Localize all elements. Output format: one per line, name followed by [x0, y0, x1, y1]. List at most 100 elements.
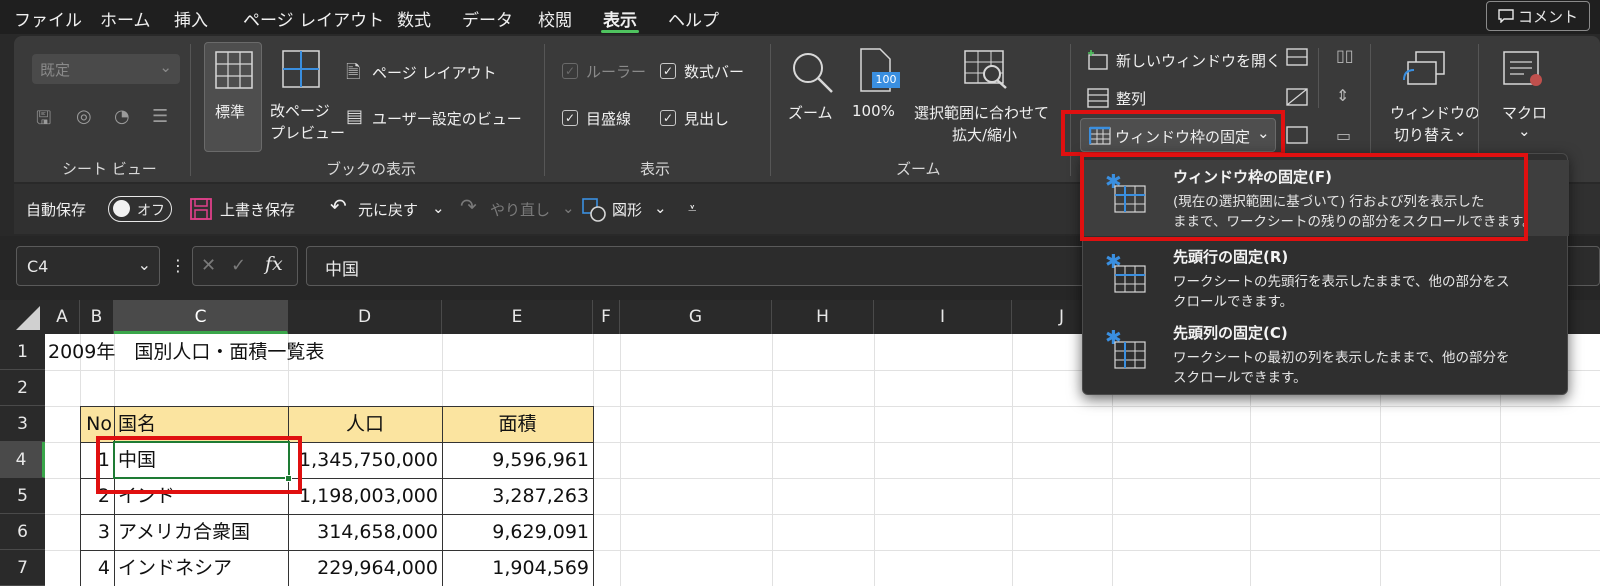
chevron-down-icon: ⌄	[1454, 122, 1467, 140]
cell-country[interactable]: インドネシア	[118, 550, 286, 586]
shapes-button[interactable]: 図形	[612, 199, 642, 220]
page-break-preview-button[interactable]: 改ページ プレビュー	[266, 42, 345, 152]
unhide-icon	[1286, 126, 1308, 144]
name-box[interactable]: C4 ⌄	[16, 246, 160, 286]
formula-bar-checkbox[interactable]: ✓	[660, 63, 676, 79]
row-header-6[interactable]: 6	[0, 514, 45, 550]
cell-population[interactable]: 314,658,000	[288, 514, 442, 550]
tab-file[interactable]: ファイル	[14, 6, 82, 31]
chevron-down-icon[interactable]: ⌄	[432, 199, 445, 217]
sheet-view-combo[interactable]: 既定 ⌄	[32, 54, 180, 84]
column-header-g[interactable]: G	[620, 300, 772, 334]
cell-area[interactable]: 9,596,961	[442, 442, 593, 478]
redo-button[interactable]: やり直し	[490, 199, 550, 220]
chevron-down-icon[interactable]: ⌄	[562, 199, 575, 217]
tab-help[interactable]: ヘルプ	[668, 6, 719, 31]
custom-views-button[interactable]: ユーザー設定のビュー	[372, 108, 522, 129]
cell-population[interactable]: 229,964,000	[288, 550, 442, 586]
grid-icon	[215, 51, 253, 89]
group-separator	[544, 44, 545, 176]
autosave-label: 自動保存	[26, 201, 87, 219]
row-header-5[interactable]: 5	[0, 478, 45, 514]
customize-qat-icon[interactable]: ⩡	[688, 199, 696, 217]
row-header-1[interactable]: 1	[0, 334, 45, 370]
macro-icon	[1503, 51, 1542, 86]
column-header-e[interactable]: E	[442, 300, 593, 334]
toggle-state: オフ	[137, 203, 165, 219]
chevron-down-icon[interactable]: ⌄	[654, 199, 667, 217]
cell-country[interactable]: アメリカ合衆国	[118, 514, 286, 550]
sheet-view-value: 既定	[40, 61, 71, 79]
column-header-b[interactable]: B	[80, 300, 114, 334]
headings-checkbox[interactable]: ✓	[660, 110, 676, 126]
zoom-selection-label-1: 選択範囲に合わせて	[914, 104, 1050, 122]
menu-item-description: ワークシートの先頭行を表示したままで、他の部分をス	[1173, 274, 1510, 290]
save-icon[interactable]	[190, 198, 212, 220]
cancel-icon[interactable]: ✕	[201, 255, 216, 276]
row-header-4[interactable]: 4	[0, 442, 45, 478]
comment-button[interactable]: コメント	[1486, 1, 1590, 31]
formula-value: 中国	[325, 260, 359, 280]
overwrite-save-button[interactable]: 上書き保存	[220, 199, 295, 220]
page-break-label-1: 改ページ	[270, 102, 330, 120]
page-layout-button[interactable]: ページ レイアウト	[372, 62, 496, 83]
tab-page-layout[interactable]: ページ レイアウト	[243, 6, 384, 31]
column-header-h[interactable]: H	[772, 300, 874, 334]
column-header-c[interactable]: C	[114, 300, 288, 334]
cell-area[interactable]: 9,629,091	[442, 514, 593, 550]
arrange-button[interactable]: 整列	[1116, 88, 1146, 109]
chevron-down-icon: ⌄	[159, 58, 172, 76]
header-population: 人口	[288, 406, 442, 442]
cell-area[interactable]: 3,287,263	[442, 478, 593, 514]
tab-insert[interactable]: 挿入	[174, 6, 208, 31]
new-window-button[interactable]: 新しいウィンドウを開く	[1116, 50, 1281, 71]
column-header-f[interactable]: F	[593, 300, 620, 334]
ruler-checkbox[interactable]: ✓	[562, 63, 578, 79]
row-header-7[interactable]: 7	[0, 550, 45, 586]
zoom-100-label: 100%	[852, 102, 895, 120]
switch-windows-button[interactable]: ウィンドウの 切り替え ⌄	[1378, 42, 1480, 152]
cell-population[interactable]: 1,345,750,000	[288, 442, 442, 478]
page-break-label-2: プレビュー	[270, 124, 346, 142]
more-options-icon[interactable]: ⋮	[170, 256, 186, 275]
sheet-view-group-label: シート ビュー	[62, 160, 157, 178]
zoom-selection-label-2: 拡大/縮小	[952, 126, 1018, 144]
menu-bar: ファイル ホーム 挿入 ページ レイアウト 数式 データ 校閲 表示 ヘルプ コ…	[0, 0, 1600, 34]
column-header-d[interactable]: D	[288, 300, 442, 334]
active-tab-indicator	[601, 30, 639, 33]
macro-button[interactable]: マクロ ⌄	[1488, 42, 1560, 152]
select-all-corner[interactable]	[0, 300, 45, 334]
redo-icon[interactable]: ↷	[460, 194, 477, 218]
column-header-i[interactable]: I	[874, 300, 1012, 334]
tab-data[interactable]: データ	[462, 6, 513, 31]
undo-icon[interactable]: ↶	[330, 194, 347, 218]
row-header-3[interactable]: 3	[0, 406, 45, 442]
cell-population[interactable]: 1,198,003,000	[288, 478, 442, 514]
comment-icon	[1498, 9, 1514, 23]
zoom-to-selection-button[interactable]: 選択範囲に合わせて 拡大/縮小	[912, 42, 1062, 152]
custom-view-icon: ▤	[346, 106, 364, 127]
autosave-toggle[interactable]: オフ	[108, 196, 172, 222]
insert-function-button[interactable]: fx	[265, 253, 283, 275]
tab-home[interactable]: ホーム	[100, 6, 151, 31]
confirm-icon[interactable]: ✓	[231, 255, 246, 276]
menu-item-freeze-top-row[interactable]: ✱ 先頭行の固定(R) ワークシートの先頭行を表示したままで、他の部分をス クロ…	[1083, 240, 1569, 316]
macro-label: マクロ	[1502, 104, 1548, 122]
cell-no[interactable]: 4	[80, 550, 114, 586]
column-header-a[interactable]: A	[45, 300, 80, 334]
split-icon	[1286, 48, 1308, 66]
freeze-panes-highlight	[1061, 110, 1285, 156]
cell-area[interactable]: 1,904,569	[442, 550, 593, 586]
menu-item-freeze-first-column[interactable]: ✱ 先頭列の固定(C) ワークシートの最初の列を表示したままで、他の部分を スク…	[1083, 316, 1569, 392]
row-header-2[interactable]: 2	[0, 370, 45, 406]
cell-no[interactable]: 3	[80, 514, 114, 550]
tab-view[interactable]: 表示	[603, 6, 637, 31]
undo-button[interactable]: 元に戻す	[358, 199, 418, 220]
tab-review[interactable]: 校閲	[538, 6, 572, 31]
normal-view-button[interactable]: 標準	[204, 42, 262, 152]
menu-item-description: クロールできます。	[1173, 294, 1294, 310]
tab-formulas[interactable]: 数式	[397, 6, 431, 31]
gridlines-checkbox[interactable]: ✓	[562, 110, 578, 126]
zoom-100-button[interactable]: 100 100%	[846, 42, 906, 152]
zoom-button[interactable]: ズーム	[784, 42, 840, 152]
